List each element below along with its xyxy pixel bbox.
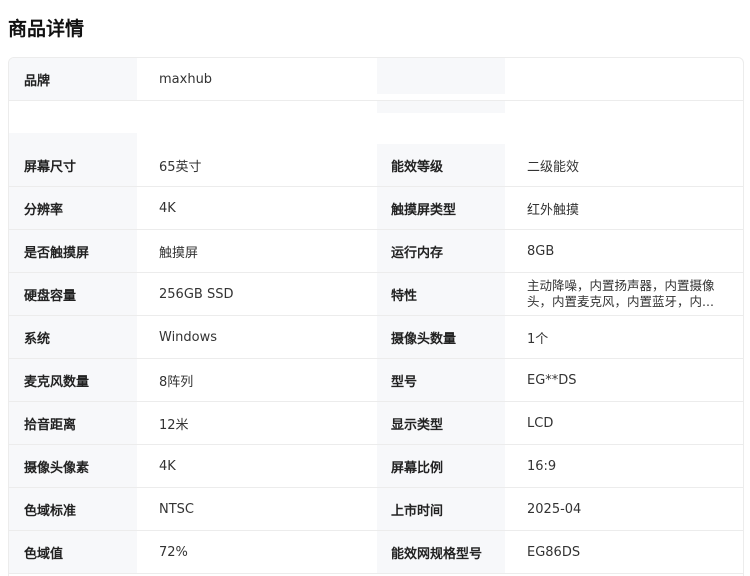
table-row: 摄像头像素 4K 屏幕比例 16:9 (9, 445, 743, 488)
table-row: 色域标准 NTSC 上市时间 2025-04 (9, 488, 743, 531)
spec-label: 特性 (377, 273, 505, 315)
spec-label: 色域标准 (9, 488, 137, 530)
spec-label: 摄像头像素 (9, 445, 137, 487)
spec-label: 型号 (377, 359, 505, 401)
spec-value: EG86DS (527, 544, 581, 560)
spec-value: 红外触摸 (527, 202, 580, 218)
spec-value: 4K (159, 458, 176, 474)
spec-value: 二级能效 (527, 159, 580, 175)
spec-label-empty (377, 58, 505, 94)
spec-label: 能效等级 (377, 144, 505, 186)
spec-value: 2025-04 (527, 501, 582, 517)
spec-value: NTSC (159, 501, 194, 517)
spec-value: EG**DS (527, 372, 577, 388)
spec-label: 硬盘容量 (9, 273, 137, 315)
table-row: 硬盘容量 256GB SSD 特性 主动降噪，内置扬声器，内置摄像头，内置麦克风… (9, 273, 743, 316)
spec-value: 8GB (527, 243, 555, 259)
page-title: 商品详情 (8, 18, 85, 40)
spec-value: 256GB SSD (159, 286, 234, 302)
spec-value: 8阵列 (159, 374, 194, 390)
table-row: 拾音距离 12米 显示类型 LCD (9, 402, 743, 445)
spec-label: 屏幕比例 (377, 445, 505, 487)
table-row: 屏幕尺寸 65英寸 能效等级 二级能效 (9, 144, 743, 187)
spec-label: 麦克风数量 (9, 359, 137, 401)
spec-label: 品牌 (9, 58, 137, 100)
spec-label: 摄像头数量 (377, 316, 505, 358)
spec-value: 16:9 (527, 458, 557, 474)
spec-label: 系统 (9, 316, 137, 358)
spec-value-features: 主动降噪，内置扬声器，内置摄像头，内置麦克风，内置蓝牙，内... (505, 273, 743, 315)
spec-value: Windows (159, 329, 218, 345)
spec-value: 65英寸 (159, 159, 202, 175)
table-row: 麦克风数量 8阵列 型号 EG**DS (9, 359, 743, 402)
spec-value: 12米 (159, 417, 189, 433)
spec-value: 触摸屏 (159, 245, 199, 261)
spec-label: 色域值 (9, 531, 137, 573)
table-row: 分辨率 4K 触摸屏类型 红外触摸 (9, 187, 743, 230)
spec-label: 显示类型 (377, 402, 505, 444)
spec-label: 分辨率 (9, 187, 137, 229)
spec-label: 屏幕尺寸 (9, 144, 137, 186)
spec-value: maxhub (159, 71, 213, 87)
spec-label: 运行内存 (377, 230, 505, 272)
spec-value: LCD (527, 415, 554, 431)
table-row: 是否触摸屏 触摸屏 运行内存 8GB (9, 230, 743, 273)
features-text: 主动降噪，内置扬声器，内置摄像头，内置麦克风，内置蓝牙，内... (527, 278, 715, 309)
spec-label: 上市时间 (377, 488, 505, 530)
spec-table: 品牌 maxhub 屏幕尺寸 65英寸 能效等级 二级能效 分辨率 4K 触摸屏… (8, 57, 744, 576)
spec-label: 触摸屏类型 (377, 187, 505, 229)
spec-value: 4K (159, 200, 176, 216)
table-row: 色域值 72% 能效网规格型号 EG86DS (9, 531, 743, 574)
spec-label: 是否触摸屏 (9, 230, 137, 272)
product-details-page: 商品详情 品牌 maxhub 屏幕尺寸 65英寸 能效等级 二级能效 分辨率 4… (0, 0, 750, 576)
spec-label: 能效网规格型号 (377, 531, 505, 573)
table-row: 品牌 maxhub (9, 58, 743, 101)
spec-value: 72% (159, 544, 188, 560)
spec-value: 1个 (527, 331, 549, 347)
blank-row (9, 101, 743, 145)
table-row: 系统 Windows 摄像头数量 1个 (9, 316, 743, 359)
spec-label: 拾音距离 (9, 402, 137, 444)
